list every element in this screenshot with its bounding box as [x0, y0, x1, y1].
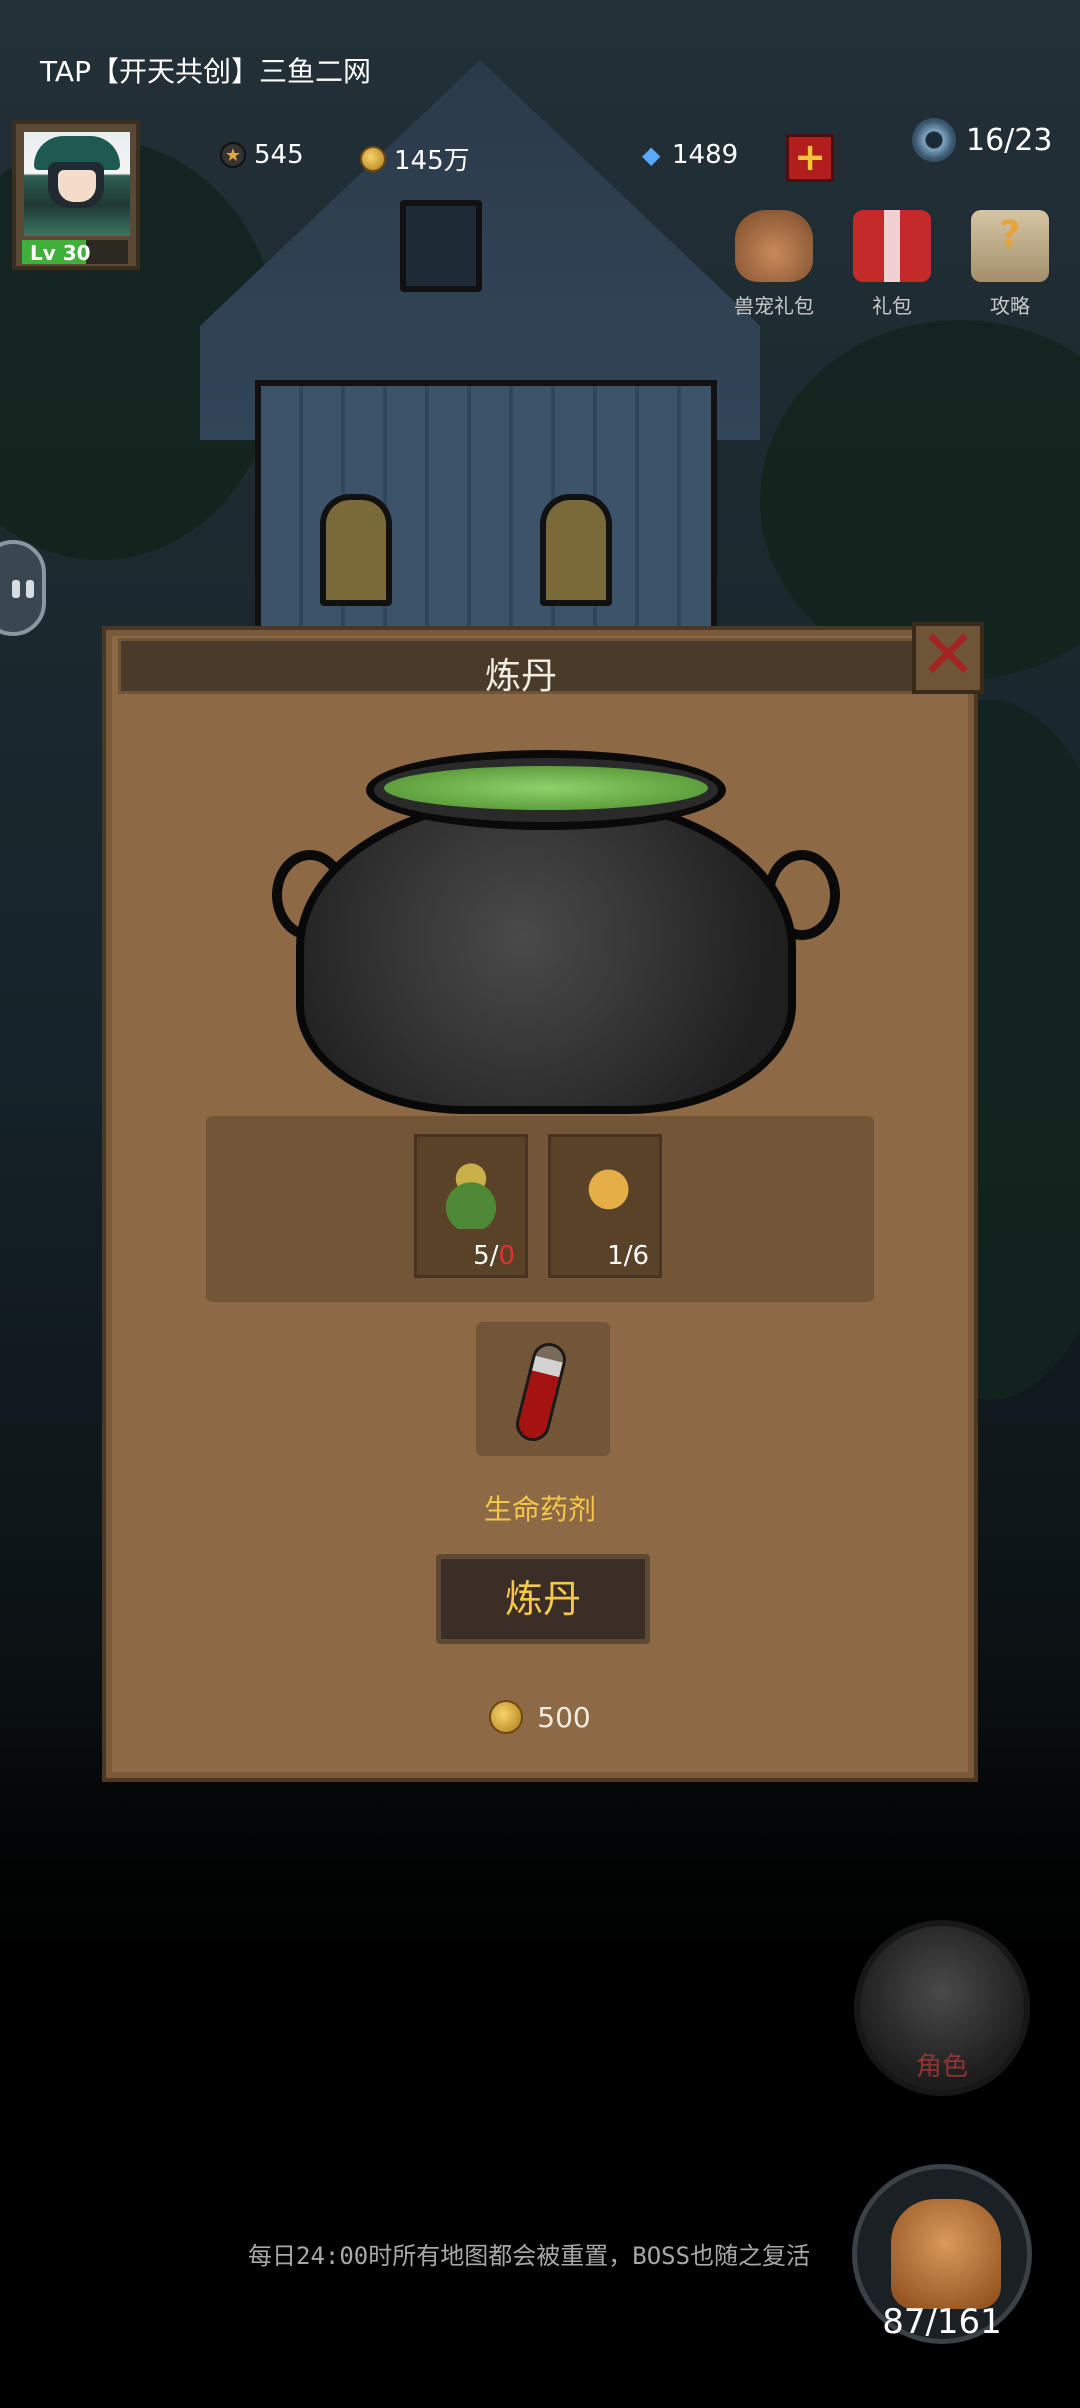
gift-pack-button[interactable]: 礼包: [842, 210, 942, 319]
gold-counter: 145万: [360, 140, 470, 177]
ingredient-tray: 5/0 1/6: [206, 1116, 874, 1302]
product-name: 生命药剂: [483, 1493, 596, 1526]
character-button[interactable]: 角色: [854, 1920, 1030, 2096]
recharge-plus-button[interactable]: +: [786, 134, 834, 182]
level-bar: Lv 30: [22, 240, 128, 265]
gold-coin-icon: [360, 145, 386, 172]
guide-button[interactable]: ? 攻略: [960, 210, 1060, 319]
medal-icon: ★: [220, 142, 246, 168]
diamond-counter: ◆ 1489: [642, 140, 738, 170]
backpack-icon: [891, 2199, 1001, 2309]
player-avatar[interactable]: Lv 30: [12, 120, 140, 270]
ingredient-count: 1/6: [607, 1241, 649, 1271]
guide-book-icon: ?: [971, 210, 1049, 282]
gift-box-icon: [853, 210, 931, 282]
app-title: TAP【开天共创】三鱼二网: [40, 55, 371, 88]
dialog-title: 炼丹: [484, 656, 557, 697]
pet-gift-bag-icon: [735, 210, 813, 282]
ingredient-count: 5/0: [473, 1241, 515, 1271]
gold-coin-icon: [489, 1700, 524, 1734]
reset-tip: 每日24:00时所有地图都会被重置，BOSS也随之复活: [248, 2242, 811, 2270]
level-label: Lv 30: [30, 241, 91, 265]
medal-counter: ★ 545: [220, 140, 304, 170]
cauldron-icon: [272, 750, 840, 1114]
diamond-icon: ◆: [642, 141, 661, 169]
stamina-counter[interactable]: 16/23: [912, 118, 1052, 162]
product-slot[interactable]: [476, 1322, 610, 1456]
health-potion-icon: [512, 1339, 570, 1445]
backpack-capacity: 87/161: [882, 2302, 1002, 2342]
brew-button[interactable]: 炼丹: [436, 1554, 650, 1644]
gift-pack-label: 礼包: [872, 294, 912, 318]
brew-cost: 500: [106, 1700, 974, 1734]
pet-gift-bag-label: 兽宠礼包: [734, 294, 814, 318]
stamina-value: 16/23: [966, 122, 1053, 158]
herb-icon: [435, 1157, 507, 1229]
character-label: 角色: [915, 2052, 968, 2082]
close-icon: ✕: [919, 616, 977, 695]
diamond-value: 1489: [672, 140, 739, 170]
close-button[interactable]: ✕: [912, 622, 984, 694]
alchemy-dialog: 炼丹 ✕ 5/0 1/6 生命药剂 炼丹 500: [102, 622, 984, 1782]
side-menu-toggle[interactable]: [0, 540, 46, 636]
pet-gift-bag-button[interactable]: 兽宠礼包: [724, 210, 824, 319]
ingredient-slot-herb[interactable]: 5/0: [414, 1134, 528, 1278]
dialog-header: 炼丹: [118, 638, 924, 697]
ingredient-slot-ginseng[interactable]: 1/6: [548, 1134, 662, 1278]
gold-value: 145万: [394, 146, 470, 176]
stamina-swirl-icon: [912, 118, 956, 162]
medal-value: 545: [254, 140, 304, 170]
guide-label: 攻略: [990, 294, 1030, 318]
ginseng-icon: [569, 1157, 641, 1229]
cost-value: 500: [537, 1700, 591, 1734]
